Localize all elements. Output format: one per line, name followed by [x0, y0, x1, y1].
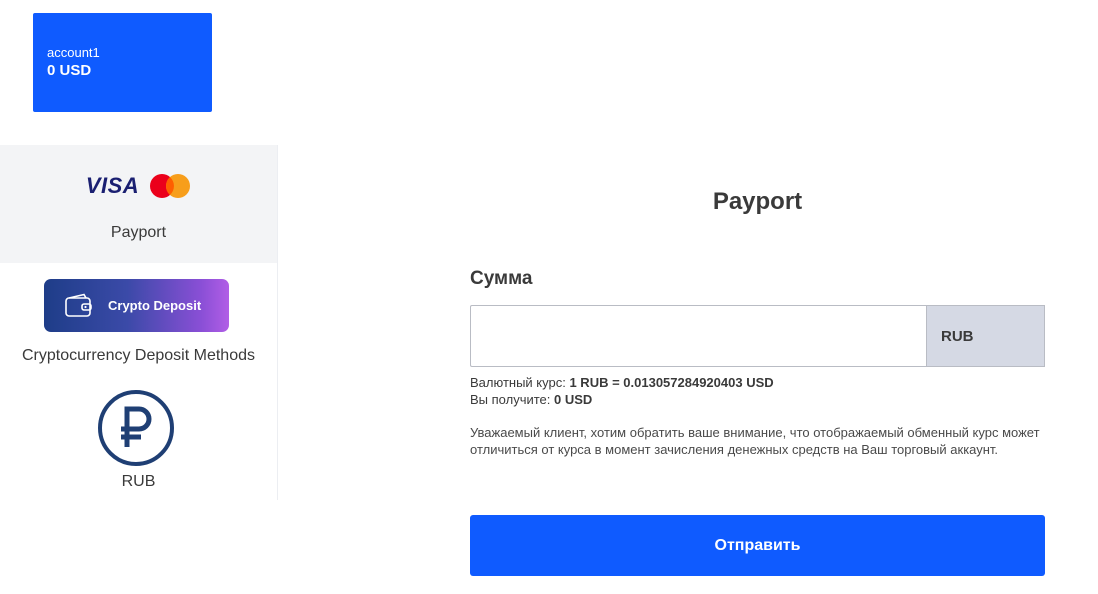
receive-value: 0 USD: [554, 392, 593, 407]
crypto-badge-text: Crypto Deposit: [108, 298, 202, 313]
account-card[interactable]: account1 0 USD: [33, 13, 212, 112]
method-crypto[interactable]: Crypto Deposit Cryptocurrency Deposit Me…: [0, 263, 277, 385]
method-label-crypto: Cryptocurrency Deposit Methods: [22, 347, 255, 364]
ruble-icon: [98, 390, 174, 466]
exchange-notice: Уважаемый клиент, хотим обратить ваше вн…: [470, 425, 1040, 457]
sidebar-divider: [277, 145, 278, 500]
wallet-icon: [65, 293, 92, 317]
form-title: Payport: [712, 188, 803, 215]
receive-prefix: Вы получите:: [470, 392, 551, 407]
amount-input[interactable]: [470, 305, 926, 367]
receive-amount: Вы получите: 0 USD: [470, 392, 592, 408]
account-name: account1: [47, 45, 100, 60]
mastercard-logo: [150, 174, 191, 198]
account-balance: 0 USD: [47, 62, 92, 79]
payment-logos: VISA: [0, 173, 277, 199]
method-label-rub: RUB: [121, 473, 156, 490]
currency-label: RUB: [926, 305, 1045, 367]
method-rub[interactable]: RUB: [0, 385, 277, 500]
submit-button[interactable]: Отправить: [470, 515, 1045, 576]
exchange-rate: Валютный курс: 1 RUB = 0.013057284920403…: [470, 375, 774, 391]
rate-prefix: Валютный курс:: [470, 375, 566, 390]
visa-logo: VISA: [85, 173, 140, 198]
amount-row: RUB: [470, 305, 1045, 367]
rate-value: 1 RUB = 0.013057284920403 USD: [569, 375, 774, 390]
amount-label: Сумма: [470, 268, 533, 289]
method-label-payport: Payport: [110, 224, 167, 241]
method-payport[interactable]: VISA Payport: [0, 145, 277, 263]
crypto-deposit-badge: Crypto Deposit: [44, 279, 229, 332]
